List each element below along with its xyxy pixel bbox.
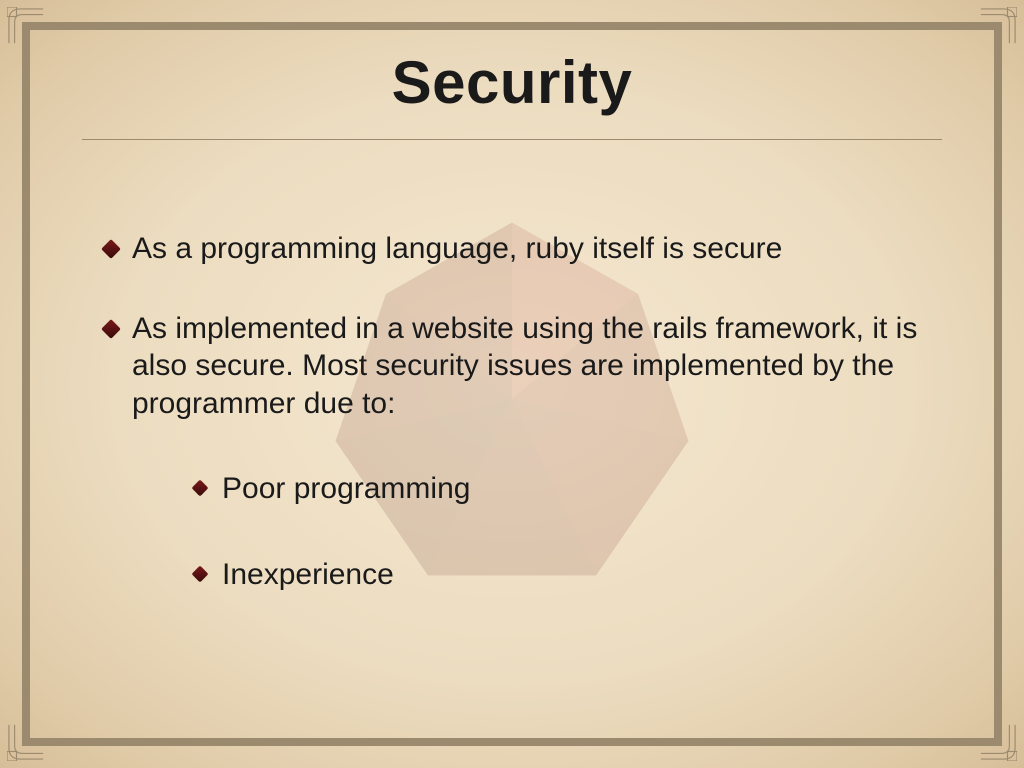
sub-bullet-text: Inexperience <box>222 558 394 591</box>
bullet-list: As a programming language, ruby itself i… <box>82 230 942 593</box>
title-section: Security <box>82 48 942 140</box>
sub-bullet-item: Inexperience <box>194 556 942 594</box>
bullet-item: As a programming language, ruby itself i… <box>104 230 942 268</box>
sub-bullet-item: Poor programming <box>194 470 942 508</box>
sub-bullet-text: Poor programming <box>222 472 470 505</box>
sub-bullet-list: Poor programming Inexperience <box>132 470 942 593</box>
bullet-text: As implemented in a website using the ra… <box>132 312 917 420</box>
bullet-item: As implemented in a website using the ra… <box>104 310 942 594</box>
slide-content: Security As a programming language, ruby… <box>22 22 1002 746</box>
bullet-text: As a programming language, ruby itself i… <box>132 232 782 265</box>
slide-title: Security <box>82 48 942 117</box>
